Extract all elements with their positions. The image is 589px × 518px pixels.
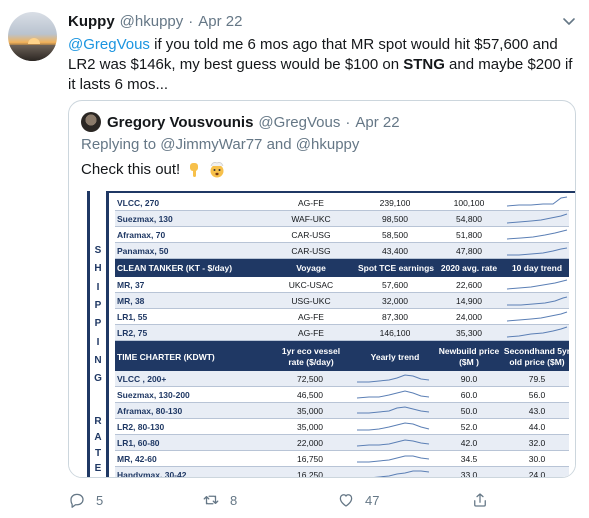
trend-sparkline — [357, 374, 430, 383]
quoted-author-avatar[interactable] — [81, 112, 101, 132]
table-row: Handymax, 30-42 16,250 33.0 24.0 — [115, 467, 569, 477]
separator-dot: · — [345, 113, 351, 131]
retweet-button[interactable]: 8 — [202, 490, 237, 510]
author-name[interactable]: Kuppy — [68, 13, 115, 30]
quoted-author-name[interactable]: Gregory Vousvounis — [107, 114, 253, 131]
replying-user-link[interactable]: @hkuppy — [296, 136, 360, 153]
trend-sparkline — [356, 390, 430, 399]
replying-to: Replying to @JimmyWar77 and @hkuppy — [81, 136, 359, 153]
table-row: Panamax, 50 CAR-USG 43,400 47,800 — [115, 243, 569, 259]
replying-user-link[interactable]: @JimmyWar77 — [160, 136, 262, 153]
retweet-count: 8 — [230, 492, 238, 508]
trend-sparkline — [357, 422, 430, 431]
trend-sparkline — [373, 470, 430, 477]
like-button[interactable]: 47 — [337, 490, 379, 510]
trend-sparkline — [357, 455, 430, 463]
like-count: 47 — [365, 492, 380, 508]
table-row: LR1, 55 AG-FE 87,300 24,000 — [115, 309, 569, 325]
tweet[interactable]: Kuppy @hkuppy · Apr 22 @GregVous if you … — [0, 0, 589, 518]
replying-prefix: Replying to — [81, 136, 161, 153]
table-row: MR, 37 UKC-USAC 57,600 22,600 — [115, 277, 569, 293]
time-charter-header: TIME CHARTER (KDWT) 1yr eco vessel rate … — [115, 341, 570, 371]
tweet-text: @GregVous if you told me 6 mos ago that … — [68, 35, 578, 95]
retweet-icon — [203, 495, 219, 505]
quoted-tweet-date[interactable]: Apr 22 — [355, 114, 399, 131]
trend-sparkline — [356, 439, 430, 447]
author-avatar[interactable] — [8, 12, 57, 61]
cashtag-text: STNG — [403, 56, 445, 73]
tweet-actions: 5 8 47 — [0, 490, 589, 510]
table-row: LR2, 75 AG-FE 146,100 35,300 — [115, 325, 569, 341]
quoted-tweet[interactable]: Gregory Vousvounis @GregVous · Apr 22 Re… — [68, 100, 576, 478]
table-row: LR1, 60-80 22,000 42.0 32.0 — [115, 435, 569, 451]
quoted-text: Check this out! — [81, 160, 181, 178]
share-button[interactable] — [471, 490, 489, 510]
trend-sparkline — [506, 229, 568, 240]
trend-sparkline — [506, 326, 568, 338]
table-row: Suezmax, 130-200 46,500 60.0 56.0 — [115, 387, 569, 403]
tweet-header: Kuppy @hkuppy · Apr 22 — [68, 11, 242, 31]
trend-sparkline — [357, 406, 430, 414]
table-row: Suezmax, 130 WAF-UKC 98,500 54,800 — [115, 211, 569, 227]
reply-button[interactable]: 5 — [68, 490, 103, 510]
chevron-down-icon[interactable] — [562, 14, 576, 28]
table-row: MR, 42-60 16,750 34.5 30.0 — [115, 451, 569, 467]
exploding-head-emoji-icon — [208, 160, 226, 178]
share-icon — [474, 493, 486, 507]
reply-count: 5 — [96, 492, 104, 508]
quoted-tweet-header: Gregory Vousvounis @GregVous · Apr 22 — [107, 111, 400, 133]
author-handle[interactable]: @hkuppy — [120, 13, 184, 30]
replying-and: and — [262, 136, 296, 153]
quoted-author-handle[interactable]: @GregVous — [258, 114, 340, 131]
trend-sparkline — [506, 311, 568, 322]
trend-sparkline — [506, 196, 568, 207]
table-row: Aframax, 70 CAR-USG 58,500 51,800 — [115, 227, 569, 243]
heart-icon — [339, 494, 353, 507]
trend-sparkline — [507, 296, 568, 306]
shipping-rates-image[interactable]: S H I P P I N G R A T E S VLCC, 270 — [69, 191, 575, 477]
clean-tanker-header: CLEAN TANKER (KT - $/day) Voyage Spot TC… — [115, 259, 569, 277]
shipping-rates-side-label: S H I P P I N G R A T E S — [87, 191, 109, 477]
quoted-tweet-text: Check this out! — [81, 158, 226, 180]
mention-link[interactable]: @GregVous — [68, 36, 150, 53]
separator-dot: · — [188, 12, 194, 30]
table-row: LR2, 80-130 35,000 52.0 44.0 — [115, 419, 569, 435]
reply-icon — [70, 493, 84, 508]
pointing-down-emoji-icon — [185, 160, 203, 178]
tweet-date[interactable]: Apr 22 — [198, 13, 242, 30]
table-row: Aframax, 80-130 35,000 50.0 43.0 — [115, 403, 569, 419]
table-row: VLCC, 270 AG-FE 239,100 100,100 — [115, 195, 569, 211]
trend-sparkline — [506, 279, 568, 290]
table-row: MR, 38 USG-UKC 32,000 14,900 — [115, 293, 569, 309]
table-row: VLCC , 200+ 72,500 90.0 79.5 — [115, 371, 569, 387]
trend-sparkline — [507, 247, 568, 256]
trend-sparkline — [506, 213, 568, 224]
